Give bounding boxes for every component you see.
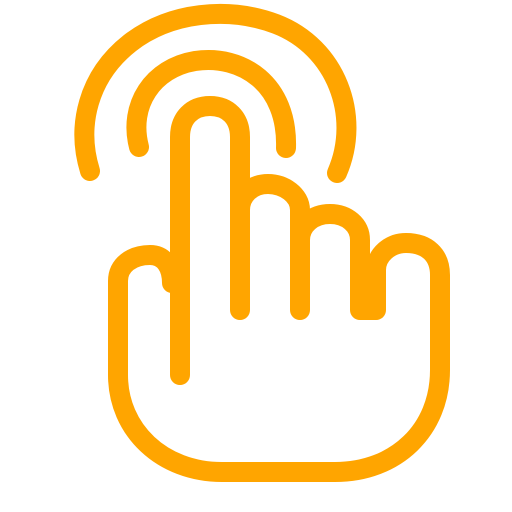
tap-gesture-icon [74, 3, 450, 482]
icon-canvas [0, 0, 512, 512]
hand-outline [108, 96, 450, 482]
outer-signal-arc [74, 3, 357, 183]
